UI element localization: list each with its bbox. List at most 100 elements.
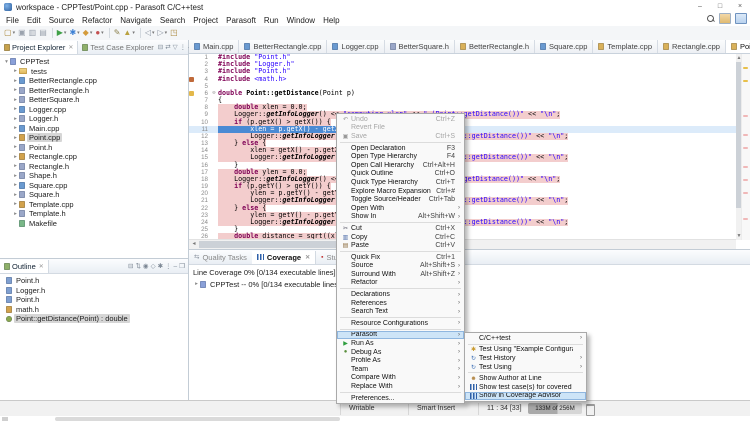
tree-caret-icon[interactable]: ▸	[12, 87, 19, 93]
minimize-icon[interactable]: –	[174, 263, 178, 270]
parasoft-submenu-item-show-in-coverage-advisor[interactable]: Show in Coverage Advisor	[465, 392, 586, 401]
context-menu-item-open-call-hierarchy[interactable]: Open Call HierarchyCtrl+Alt+H	[337, 161, 464, 170]
save-all-icon[interactable]: ▥	[28, 27, 38, 39]
parasoft-submenu-item-test-using[interactable]: ↻Test Using›	[465, 363, 586, 372]
menu-parasoft[interactable]: Parasoft	[222, 16, 260, 25]
outline-item-point-h[interactable]: Point.h	[0, 276, 188, 286]
tree-caret-icon[interactable]: ▸	[12, 211, 19, 217]
dropdown-caret-icon[interactable]: ▾	[64, 30, 67, 36]
tree-caret-icon[interactable]: ▸	[12, 173, 19, 179]
context-menu-item-profile-as[interactable]: Profile As›	[337, 356, 464, 365]
bottom-tab-quality-tasks[interactable]: ⇆Quality Tasks	[189, 251, 252, 264]
context-menu-item-open-with[interactable]: Open With›	[337, 204, 464, 213]
dropdown-caret-icon[interactable]: ▾	[152, 30, 155, 36]
minimize-icon[interactable]: –	[690, 0, 710, 14]
context-menu-item-explore-macro-expansion[interactable]: Explore Macro ExpansionCtrl+#	[337, 187, 464, 196]
menu-run[interactable]: Run	[260, 16, 283, 25]
bookmark-icon[interactable]: ▲▾	[122, 27, 135, 39]
context-menu-item-run-as[interactable]: ▶Run As›	[337, 339, 464, 348]
annotation-mark[interactable]	[743, 166, 748, 168]
editor-tab-square-cpp[interactable]: Square.cpp	[535, 40, 593, 53]
tree-item-template-cpp[interactable]: ▸Template.cpp	[0, 200, 188, 210]
editor-tab-betterrectangle-cpp[interactable]: BetterRectangle.cpp	[239, 40, 327, 53]
parasoft-submenu-item-test-using-example-configuration[interactable]: ✱Test Using "Example Configuration"	[465, 346, 586, 355]
tree-caret-icon[interactable]: ▸	[12, 144, 19, 150]
tree-caret-icon[interactable]: ▸	[12, 182, 19, 188]
context-menu-item-open-type-hierarchy[interactable]: Open Type HierarchyF4	[337, 152, 464, 161]
context-menu-item-cut[interactable]: ✂CutCtrl+X	[337, 224, 464, 233]
filter-icon[interactable]: ▽	[173, 43, 178, 51]
context-menu-item-surround-with[interactable]: Surround WithAlt+Shift+Z›	[337, 270, 464, 279]
editor-tab-rectangle-cpp[interactable]: Rectangle.cpp	[658, 40, 726, 53]
context-menu-item-open-declaration[interactable]: Open DeclarationF3	[337, 144, 464, 153]
code-line-4[interactable]: 4#include <math.h>	[189, 76, 736, 83]
forward-icon[interactable]: ▷▾	[157, 27, 169, 39]
hide-static-icon[interactable]: ✱	[158, 262, 163, 270]
menu-project[interactable]: Project	[189, 16, 222, 25]
tree-item-cpptest[interactable]: ▾CPPTest	[0, 57, 188, 67]
tree-item-logger-h[interactable]: ▸Logger.h	[0, 114, 188, 124]
save-icon[interactable]: ▣	[17, 27, 27, 39]
tree-item-square-h[interactable]: ▸Square.h	[0, 190, 188, 200]
tree-caret-icon[interactable]: ▸	[12, 97, 19, 103]
context-menu-item-replace-with[interactable]: Replace With›	[337, 382, 464, 391]
tree-item-shape-h[interactable]: ▸Shape.h	[0, 171, 188, 181]
context-menu-item-copy[interactable]: ▥CopyCtrl+C	[337, 233, 464, 242]
search-icon[interactable]	[707, 15, 715, 23]
tree-caret-icon[interactable]: ▸	[12, 201, 19, 207]
tree-caret-icon[interactable]: ▸	[12, 163, 19, 169]
context-menu-item-references[interactable]: References›	[337, 299, 464, 308]
context-menu-item-undo[interactable]: ↶UndoCtrl+Z	[337, 115, 464, 124]
context-menu-item-preferences[interactable]: Preferences...	[337, 394, 464, 403]
view-tab-outline[interactable]: Outline✕	[0, 260, 49, 273]
editor-tab-point-cpp[interactable]: Point.cpp✕	[726, 40, 750, 53]
editor-tab-betterrectangle-h[interactable]: BetterRectangle.h	[455, 40, 535, 53]
tree-caret-icon[interactable]: ▸	[12, 154, 19, 160]
code-editor[interactable]: 1#include "Point.h"2#include "Logger.h"3…	[189, 54, 750, 249]
tree-item-template-h[interactable]: ▸Template.h	[0, 209, 188, 219]
context-menu-item-quick-fix[interactable]: Quick FixCtrl+1	[337, 253, 464, 262]
parasoft-submenu-item-show-test-case-s-for-covered-element[interactable]: Show test case(s) for covered element	[465, 383, 586, 392]
menu-refactor[interactable]: Refactor	[78, 16, 116, 25]
focus-icon[interactable]: ◉	[143, 262, 149, 270]
dropdown-caret-icon[interactable]: ▾	[101, 30, 104, 36]
tree-item-square-cpp[interactable]: ▸Square.cpp	[0, 181, 188, 191]
tree-item-tests[interactable]: ▸tests	[0, 67, 188, 77]
last-edit-location-icon[interactable]: ◳	[169, 27, 179, 39]
outline-item-point-getdistance-point-double[interactable]: Point::getDistance(Point) : double	[0, 314, 188, 324]
overview-ruler[interactable]	[741, 54, 750, 240]
collapse-all-icon[interactable]: ⊟	[158, 43, 163, 51]
annotation-mark[interactable]	[743, 80, 748, 82]
menu-file[interactable]: File	[2, 16, 23, 25]
print-icon[interactable]: ▤	[38, 27, 48, 39]
outline-item-math-h[interactable]: math.h	[0, 305, 188, 315]
tree-caret-icon[interactable]: ▸	[12, 68, 19, 74]
tree-caret-icon[interactable]: ▸	[12, 192, 19, 198]
menu-help[interactable]: Help	[319, 16, 343, 25]
run-icon[interactable]: ▶▾	[56, 27, 68, 39]
scroll-left-icon[interactable]: ◂	[190, 240, 198, 249]
view-tab-test-case-explorer[interactable]: Test Case Explorer	[78, 41, 157, 54]
tree-item-point-h[interactable]: ▸Point.h	[0, 143, 188, 153]
tree-item-bettersquare-h[interactable]: ▸BetterSquare.h	[0, 95, 188, 105]
context-menu-item-resource-configurations[interactable]: Resource Configurations›	[337, 319, 464, 328]
view-menu-icon[interactable]: ⋮	[165, 262, 172, 270]
context-menu-item-show-in[interactable]: Show InAlt+Shift+W›	[337, 213, 464, 222]
editor-tab-template-cpp[interactable]: Template.cpp	[593, 40, 658, 53]
perspective-cpp-icon[interactable]	[735, 13, 747, 24]
dropdown-caret-icon[interactable]: ▾	[77, 30, 80, 36]
code-line-6[interactable]: 6⊖double Point::getDistance(Point p)	[189, 90, 736, 97]
dropdown-caret-icon[interactable]: ▾	[132, 30, 135, 36]
dropdown-caret-icon[interactable]: ▾	[13, 30, 16, 36]
perspective-other-icon[interactable]	[719, 13, 731, 24]
parasoft-submenu-item-show-author-at-line[interactable]: ☻Show Author at Line	[465, 374, 586, 383]
close-view-icon[interactable]: ✕	[305, 254, 310, 261]
context-menu-item-save[interactable]: ▣SaveCtrl+S	[337, 132, 464, 141]
annotation-mark[interactable]	[743, 192, 748, 194]
menu-edit[interactable]: Edit	[23, 16, 45, 25]
new-wizard-icon[interactable]: ▢▾	[3, 27, 16, 39]
menu-window[interactable]: Window	[283, 16, 319, 25]
dropdown-caret-icon[interactable]: ▾	[90, 30, 93, 36]
editor-tab-logger-cpp[interactable]: Logger.cpp	[327, 40, 384, 53]
tree-item-betterrectangle-cpp[interactable]: ▸BetterRectangle.cpp	[0, 76, 188, 86]
